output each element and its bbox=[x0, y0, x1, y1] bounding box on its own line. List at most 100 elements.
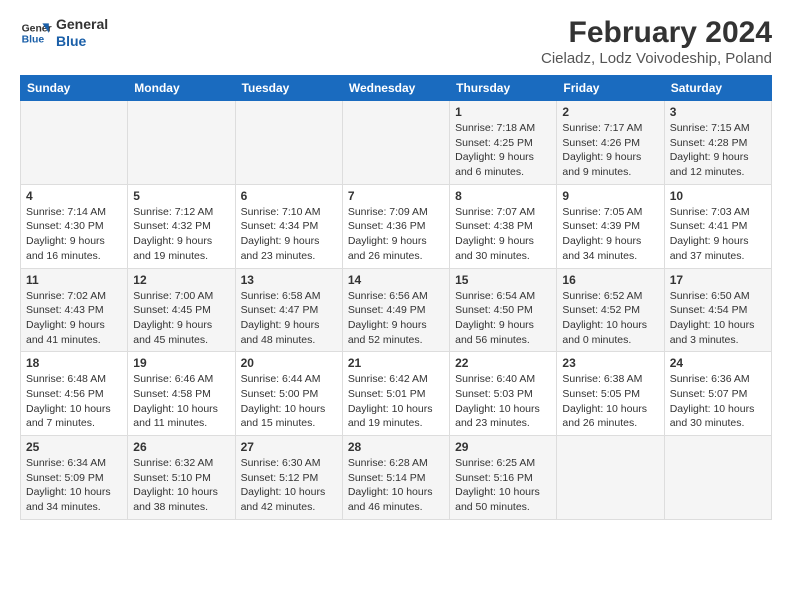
day-info: Sunrise: 7:03 AM Sunset: 4:41 PM Dayligh… bbox=[670, 205, 766, 264]
day-number: 9 bbox=[562, 189, 658, 203]
day-cell: 10Sunrise: 7:03 AM Sunset: 4:41 PM Dayli… bbox=[664, 184, 771, 268]
day-number: 13 bbox=[241, 273, 337, 287]
logo-icon: General Blue bbox=[20, 17, 52, 49]
week-row-5: 25 Sunrise: 6:34 AM Sunset: 5:09 PM Dayli… bbox=[21, 436, 772, 520]
day-info: Sunrise: 7:14 AM Sunset: 4:30 PM Dayligh… bbox=[26, 205, 122, 264]
day-number: 26 bbox=[133, 440, 229, 454]
day-number: 20 bbox=[241, 356, 337, 370]
day-info: Sunrise: 6:46 AM Sunset: 4:58 PM Dayligh… bbox=[133, 372, 229, 431]
day-info: Sunrise: 6:48 AM Sunset: 4:56 PM Dayligh… bbox=[26, 372, 122, 431]
day-cell: 25 Sunrise: 6:34 AM Sunset: 5:09 PM Dayli… bbox=[21, 436, 128, 520]
day-info: Sunrise: 6:34 AM Sunset: 5:09 PM Dayligh… bbox=[26, 456, 122, 515]
header-monday: Monday bbox=[128, 76, 235, 101]
header-thursday: Thursday bbox=[450, 76, 557, 101]
day-number: 15 bbox=[455, 273, 551, 287]
day-cell: 1 Sunrise: 7:18 AM Sunset: 4:25 PM Daylig… bbox=[450, 101, 557, 185]
day-info: Sunrise: 7:18 AM Sunset: 4:25 PM Dayligh… bbox=[455, 121, 551, 180]
day-info: Sunrise: 7:17 AM Sunset: 4:26 PM Dayligh… bbox=[562, 121, 658, 180]
day-info: Sunrise: 6:56 AM Sunset: 4:49 PM Dayligh… bbox=[348, 289, 444, 348]
day-info: Sunrise: 7:10 AM Sunset: 4:34 PM Dayligh… bbox=[241, 205, 337, 264]
day-info: Sunrise: 6:54 AM Sunset: 4:50 PM Dayligh… bbox=[455, 289, 551, 348]
day-number: 11 bbox=[26, 273, 122, 287]
page-header: General Blue General Blue February 2024 … bbox=[20, 16, 772, 67]
day-cell bbox=[128, 101, 235, 185]
day-number: 23 bbox=[562, 356, 658, 370]
svg-text:Blue: Blue bbox=[22, 34, 45, 45]
main-title: February 2024 bbox=[541, 16, 772, 50]
day-number: 5 bbox=[133, 189, 229, 203]
day-cell: 7 Sunrise: 7:09 AM Sunset: 4:36 PM Daylig… bbox=[342, 184, 449, 268]
day-info: Sunrise: 6:25 AM Sunset: 5:16 PM Dayligh… bbox=[455, 456, 551, 515]
day-cell: 22 Sunrise: 6:40 AM Sunset: 5:03 PM Dayli… bbox=[450, 352, 557, 436]
day-cell: 12 Sunrise: 7:00 AM Sunset: 4:45 PM Dayli… bbox=[128, 268, 235, 352]
day-number: 18 bbox=[26, 356, 122, 370]
header-row: SundayMondayTuesdayWednesdayThursdayFrid… bbox=[21, 76, 772, 101]
day-cell: 28Sunrise: 6:28 AM Sunset: 5:14 PM Dayli… bbox=[342, 436, 449, 520]
week-row-4: 18 Sunrise: 6:48 AM Sunset: 4:56 PM Dayli… bbox=[21, 352, 772, 436]
day-number: 2 bbox=[562, 105, 658, 119]
day-info: Sunrise: 6:52 AM Sunset: 4:52 PM Dayligh… bbox=[562, 289, 658, 348]
logo-line2: Blue bbox=[56, 33, 108, 50]
day-number: 22 bbox=[455, 356, 551, 370]
day-cell: 3Sunrise: 7:15 AM Sunset: 4:28 PM Daylig… bbox=[664, 101, 771, 185]
day-cell: 27Sunrise: 6:30 AM Sunset: 5:12 PM Dayli… bbox=[235, 436, 342, 520]
day-cell: 2 Sunrise: 7:17 AM Sunset: 4:26 PM Daylig… bbox=[557, 101, 664, 185]
header-sunday: Sunday bbox=[21, 76, 128, 101]
day-info: Sunrise: 7:09 AM Sunset: 4:36 PM Dayligh… bbox=[348, 205, 444, 264]
day-number: 3 bbox=[670, 105, 766, 119]
header-tuesday: Tuesday bbox=[235, 76, 342, 101]
day-number: 7 bbox=[348, 189, 444, 203]
day-cell: 26Sunrise: 6:32 AM Sunset: 5:10 PM Dayli… bbox=[128, 436, 235, 520]
day-number: 24 bbox=[670, 356, 766, 370]
day-cell: 21 Sunrise: 6:42 AM Sunset: 5:01 PM Dayli… bbox=[342, 352, 449, 436]
day-info: Sunrise: 6:30 AM Sunset: 5:12 PM Dayligh… bbox=[241, 456, 337, 515]
day-number: 29 bbox=[455, 440, 551, 454]
day-number: 21 bbox=[348, 356, 444, 370]
week-row-1: 1 Sunrise: 7:18 AM Sunset: 4:25 PM Daylig… bbox=[21, 101, 772, 185]
day-cell: 5Sunrise: 7:12 AM Sunset: 4:32 PM Daylig… bbox=[128, 184, 235, 268]
day-number: 17 bbox=[670, 273, 766, 287]
day-cell: 18 Sunrise: 6:48 AM Sunset: 4:56 PM Dayli… bbox=[21, 352, 128, 436]
day-info: Sunrise: 6:50 AM Sunset: 4:54 PM Dayligh… bbox=[670, 289, 766, 348]
day-cell bbox=[235, 101, 342, 185]
day-cell: 20 Sunrise: 6:44 AM Sunset: 5:00 PM Dayli… bbox=[235, 352, 342, 436]
day-cell: 13Sunrise: 6:58 AM Sunset: 4:47 PM Dayli… bbox=[235, 268, 342, 352]
day-info: Sunrise: 6:36 AM Sunset: 5:07 PM Dayligh… bbox=[670, 372, 766, 431]
day-number: 12 bbox=[133, 273, 229, 287]
day-cell: 6 Sunrise: 7:10 AM Sunset: 4:34 PM Daylig… bbox=[235, 184, 342, 268]
week-row-2: 4 Sunrise: 7:14 AM Sunset: 4:30 PM Daylig… bbox=[21, 184, 772, 268]
day-info: Sunrise: 6:44 AM Sunset: 5:00 PM Dayligh… bbox=[241, 372, 337, 431]
day-info: Sunrise: 7:02 AM Sunset: 4:43 PM Dayligh… bbox=[26, 289, 122, 348]
day-number: 16 bbox=[562, 273, 658, 287]
day-info: Sunrise: 6:42 AM Sunset: 5:01 PM Dayligh… bbox=[348, 372, 444, 431]
day-info: Sunrise: 7:07 AM Sunset: 4:38 PM Dayligh… bbox=[455, 205, 551, 264]
day-number: 25 bbox=[26, 440, 122, 454]
day-cell bbox=[664, 436, 771, 520]
day-cell bbox=[21, 101, 128, 185]
day-info: Sunrise: 6:40 AM Sunset: 5:03 PM Dayligh… bbox=[455, 372, 551, 431]
day-cell bbox=[557, 436, 664, 520]
day-cell: 14 Sunrise: 6:56 AM Sunset: 4:49 PM Dayli… bbox=[342, 268, 449, 352]
logo: General Blue General Blue bbox=[20, 16, 108, 50]
header-wednesday: Wednesday bbox=[342, 76, 449, 101]
logo-line1: General bbox=[56, 16, 108, 33]
day-info: Sunrise: 6:38 AM Sunset: 5:05 PM Dayligh… bbox=[562, 372, 658, 431]
header-friday: Friday bbox=[557, 76, 664, 101]
day-cell bbox=[342, 101, 449, 185]
day-info: Sunrise: 7:05 AM Sunset: 4:39 PM Dayligh… bbox=[562, 205, 658, 264]
day-cell: 11 Sunrise: 7:02 AM Sunset: 4:43 PM Dayli… bbox=[21, 268, 128, 352]
day-cell: 24 Sunrise: 6:36 AM Sunset: 5:07 PM Dayli… bbox=[664, 352, 771, 436]
week-row-3: 11 Sunrise: 7:02 AM Sunset: 4:43 PM Dayli… bbox=[21, 268, 772, 352]
header-saturday: Saturday bbox=[664, 76, 771, 101]
calendar-table: SundayMondayTuesdayWednesdayThursdayFrid… bbox=[20, 75, 772, 520]
day-number: 14 bbox=[348, 273, 444, 287]
day-number: 4 bbox=[26, 189, 122, 203]
day-number: 1 bbox=[455, 105, 551, 119]
day-number: 6 bbox=[241, 189, 337, 203]
day-cell: 19Sunrise: 6:46 AM Sunset: 4:58 PM Dayli… bbox=[128, 352, 235, 436]
day-cell: 4 Sunrise: 7:14 AM Sunset: 4:30 PM Daylig… bbox=[21, 184, 128, 268]
day-number: 8 bbox=[455, 189, 551, 203]
day-number: 28 bbox=[348, 440, 444, 454]
day-cell: 15 Sunrise: 6:54 AM Sunset: 4:50 PM Dayli… bbox=[450, 268, 557, 352]
day-info: Sunrise: 7:00 AM Sunset: 4:45 PM Dayligh… bbox=[133, 289, 229, 348]
